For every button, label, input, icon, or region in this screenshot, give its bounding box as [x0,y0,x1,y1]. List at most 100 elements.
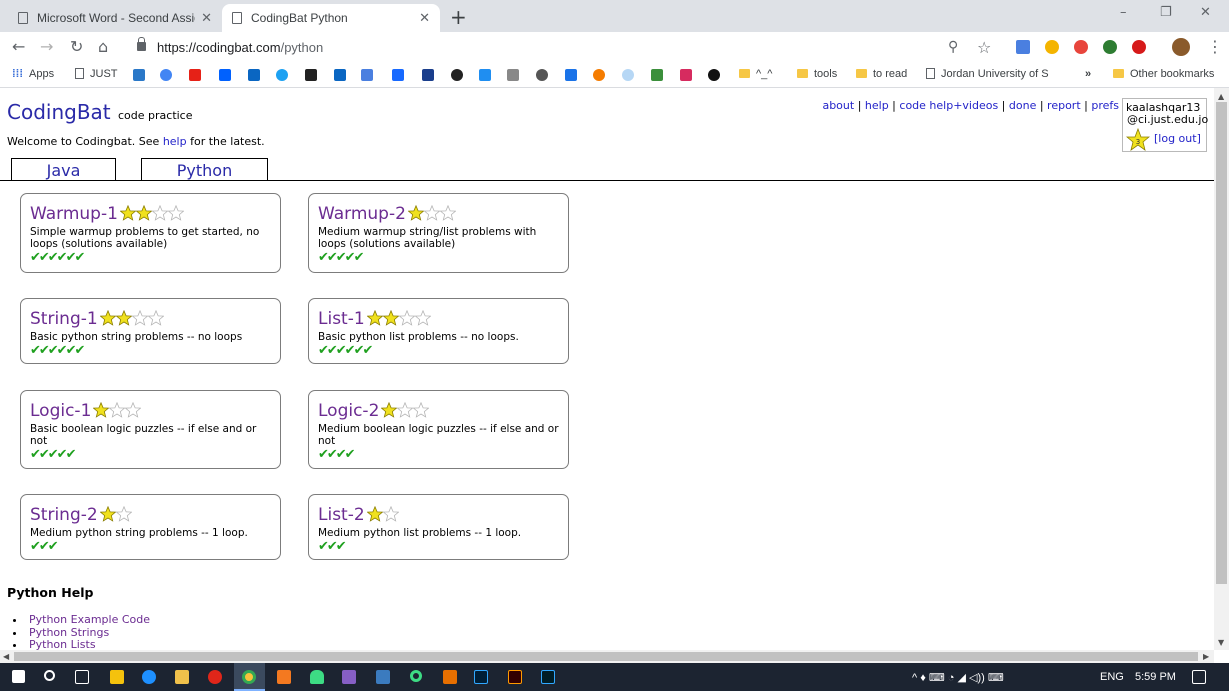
lightroom-icon[interactable] [541,670,555,684]
site-logo[interactable]: CodingBat [7,100,111,124]
lock-icon[interactable] [137,37,146,51]
dropbox-icon[interactable] [219,69,231,81]
windows-start-icon[interactable] [12,670,25,683]
sublime-icon[interactable] [277,670,291,684]
bookmark-favicon-icon[interactable] [479,69,491,81]
extension-icon[interactable] [1103,40,1117,54]
home-button[interactable]: ⌂ [98,37,108,56]
nav-link-0[interactable]: about [822,99,854,112]
welcome-help-link[interactable]: help [163,135,187,148]
section-title-link[interactable]: List-2 [318,505,399,525]
bookmark-star-icon[interactable]: ☆ [977,38,991,57]
bookmark-just[interactable]: JUST [75,68,118,80]
bookmark-folder-tools[interactable]: tools [797,68,837,80]
shield-icon[interactable] [451,69,463,81]
nav-link-4[interactable]: report [1047,99,1081,112]
opera-extension-icon[interactable] [1132,40,1146,54]
linkedin-icon[interactable] [248,69,260,81]
opera-icon[interactable] [208,670,222,684]
close-icon[interactable]: ✕ [419,10,430,26]
youtube-icon[interactable] [189,69,201,81]
cisco-icon[interactable] [507,69,519,81]
tab-java[interactable]: Java [11,158,116,181]
menu-icon[interactable]: ⋮ [1207,37,1223,56]
section-title-link[interactable]: Warmup-1 [30,204,184,224]
help-link-lists[interactable]: Python Lists [29,638,96,650]
section-title-link[interactable]: Logic-2 [318,401,430,421]
section-title-link[interactable]: Warmup-2 [318,204,456,224]
nav-link-3[interactable]: done [1009,99,1036,112]
photoshop-icon[interactable] [474,670,488,684]
sticky-notes-icon[interactable] [110,670,124,684]
linkedin-icon[interactable] [334,69,346,81]
visual-studio-icon[interactable] [342,670,356,684]
nav-link-1[interactable]: help [865,99,889,112]
zoom-icon[interactable]: ⚲ [948,39,958,55]
system-tray-icons[interactable]: ^ ♦ ⌨ ◔ ◢ ◁)) ⌨ [912,671,1004,684]
help-link-strings[interactable]: Python Strings [29,626,109,639]
app-icon[interactable] [410,670,422,682]
translate-icon[interactable] [361,69,373,81]
notifications-icon[interactable] [1192,670,1206,684]
twitter-icon[interactable] [276,69,288,81]
intellij-icon[interactable] [443,670,457,684]
emoji-extension-icon[interactable] [1045,40,1059,54]
bookmark-folder-smile[interactable]: ^_^ [739,68,772,80]
clock[interactable]: 5:59 PM [1135,671,1176,683]
bookmark-apps[interactable]: ⁞⁞⁞ Apps [12,68,54,80]
android-icon[interactable] [310,670,324,684]
we-icon[interactable] [305,69,317,81]
bookmark-favicon-icon[interactable] [133,69,145,81]
task-view-icon[interactable] [75,670,89,684]
bookmark-favicon-icon[interactable] [536,69,548,81]
more-bookmarks-button[interactable]: » [1085,68,1091,80]
language-indicator[interactable]: ENG [1100,671,1124,683]
scroll-right-icon[interactable]: ▶ [1203,652,1209,661]
search-icon[interactable] [44,670,55,681]
tab-word-document[interactable]: Microsoft Word - Second Assign ✕ [8,4,222,32]
extension-icon[interactable] [1074,40,1088,54]
new-tab-button[interactable]: + [450,5,467,29]
section-title-link[interactable]: String-1 [30,309,164,329]
nav-link-2[interactable]: code help+videos [899,99,998,112]
tab-python[interactable]: Python [141,158,268,181]
bookmark-favicon-icon[interactable] [680,69,692,81]
reload-button[interactable]: ↻ [70,37,83,56]
bookmark-favicon-icon[interactable] [593,69,605,81]
window-close-button[interactable]: ✕ [1200,5,1211,20]
profile-avatar[interactable] [1172,38,1190,56]
bookmark-folder-to-read[interactable]: to read [856,68,907,80]
section-title-link[interactable]: List-1 [318,309,431,329]
chrome-icon[interactable] [242,670,256,684]
tab-codingbat[interactable]: CodingBat Python ✕ [222,4,440,32]
nav-link-5[interactable]: prefs [1091,99,1119,112]
close-icon[interactable]: ✕ [201,10,212,26]
section-title-link[interactable]: Logic-1 [30,401,142,421]
edge-icon[interactable] [142,670,156,684]
infinity-icon[interactable] [622,69,634,81]
address-bar[interactable]: https://codingbat.com/python [157,40,323,55]
behance-icon[interactable] [392,69,404,81]
file-explorer-icon[interactable] [175,670,189,684]
illustrator-icon[interactable] [508,670,522,684]
github-icon[interactable] [708,69,720,81]
section-title-link[interactable]: String-2 [30,505,132,525]
flask-icon[interactable] [651,69,663,81]
scroll-up-icon[interactable]: ▲ [1218,92,1224,101]
back-button[interactable]: ← [12,37,25,56]
app-icon[interactable] [376,670,390,684]
vertical-scroll-thumb[interactable] [1216,102,1227,584]
help-link-example-code[interactable]: Python Example Code [29,613,150,626]
a-icon[interactable] [565,69,577,81]
logout-link[interactable]: [log out] [1154,132,1201,145]
horizontal-scroll-thumb[interactable] [14,652,1198,661]
scroll-down-icon[interactable]: ▼ [1218,638,1224,647]
scroll-left-icon[interactable]: ◀ [3,652,9,661]
translate-extension-icon[interactable] [1016,40,1030,54]
google-icon[interactable] [160,69,172,81]
forward-button[interactable]: → [40,37,53,56]
bookmark-other[interactable]: Other bookmarks [1113,68,1214,80]
restore-button[interactable]: ❐ [1160,5,1172,20]
diamond-icon[interactable] [422,69,434,81]
bookmark-jordan-university[interactable]: Jordan University of S [926,68,1049,80]
